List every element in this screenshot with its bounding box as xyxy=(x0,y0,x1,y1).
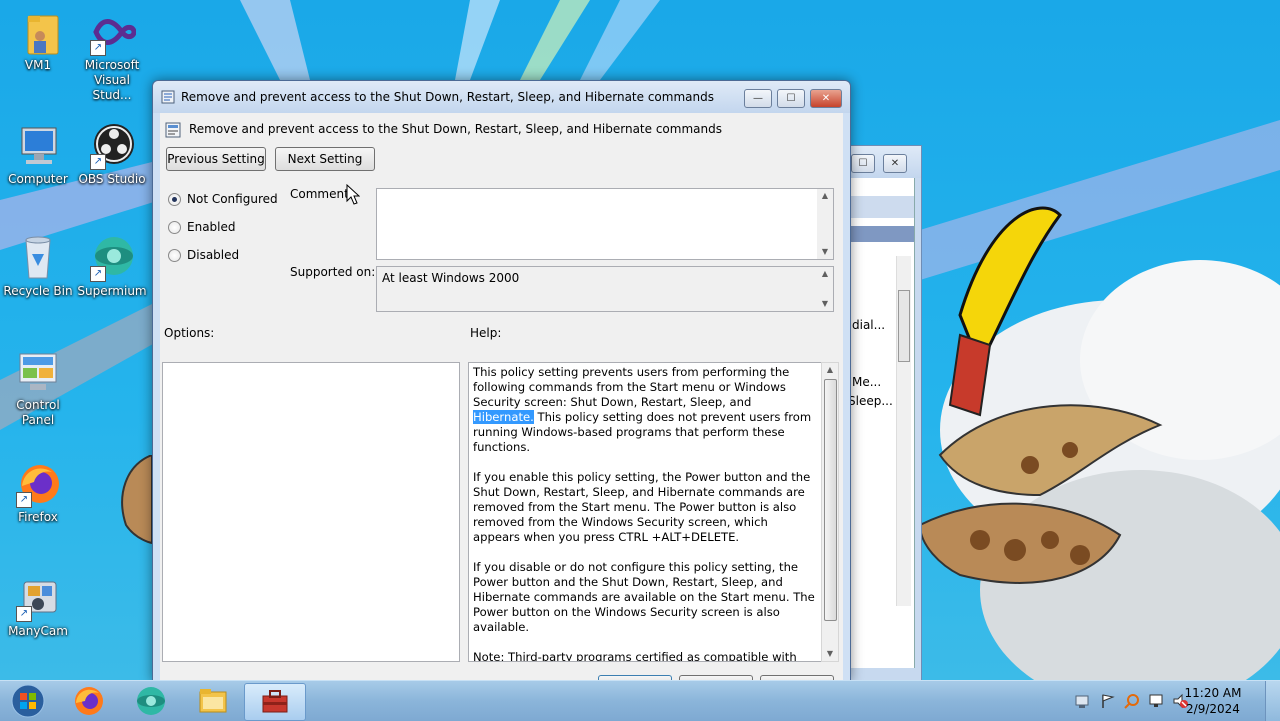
control-panel-icon xyxy=(19,353,57,390)
previous-setting-button[interactable]: Previous Setting xyxy=(166,147,266,171)
help-label: Help: xyxy=(470,326,502,340)
radio-selected-indicator[interactable] xyxy=(168,192,181,206)
clock-time: 11:20 AM xyxy=(1184,686,1242,700)
selected-text[interactable]: Hibernate. xyxy=(473,410,534,424)
scroll-up-arrow-icon[interactable]: ▲ xyxy=(817,267,833,281)
options-label: Options: xyxy=(164,326,215,340)
comment-label: Comment: xyxy=(290,187,353,201)
radio-indicator[interactable] xyxy=(168,220,181,234)
start-orb-icon xyxy=(11,684,45,718)
file-explorer-icon xyxy=(199,689,227,713)
maximize-button[interactable]: ☐ xyxy=(777,89,805,108)
options-pane[interactable] xyxy=(162,362,460,662)
help-scrollbar[interactable]: ▲ ▼ xyxy=(821,362,839,662)
close-button[interactable]: ✕ xyxy=(810,89,842,108)
folder-user-icon xyxy=(27,15,59,55)
shortcut-arrow-icon: ↗ xyxy=(90,40,106,56)
scroll-up-arrow-icon[interactable]: ▲ xyxy=(817,189,833,203)
comment-field[interactable]: ▲ ▼ xyxy=(376,188,834,260)
clock-date: 2/9/2024 xyxy=(1186,702,1240,716)
radio-label: Disabled xyxy=(187,248,240,262)
desktop-icon-control-panel[interactable]: Control Panel xyxy=(0,348,76,428)
supported-scrollbar[interactable]: ▲ ▼ xyxy=(817,267,833,311)
taskbar-file-explorer[interactable] xyxy=(184,683,242,719)
radio-label: Not Configured xyxy=(187,192,278,206)
scroll-up-arrow-icon[interactable]: ▲ xyxy=(822,363,838,377)
desktop-icon-obs[interactable]: ↗ OBS Studio xyxy=(74,122,150,187)
taskbar-firefox[interactable] xyxy=(60,683,118,719)
shortcut-arrow-icon: ↗ xyxy=(90,266,106,282)
desktop-icon-computer[interactable]: Computer xyxy=(0,122,76,187)
network-icon[interactable] xyxy=(1075,693,1091,709)
scroll-down-arrow-icon[interactable]: ▼ xyxy=(817,297,833,311)
dialog-title: Remove and prevent access to the Shut Do… xyxy=(181,90,714,104)
bg-window-band xyxy=(848,196,914,218)
policy-setting-icon xyxy=(165,122,181,138)
taskbar-supermium[interactable] xyxy=(122,683,180,719)
supported-on-field: At least Windows 2000 ▲ ▼ xyxy=(376,266,834,312)
policy-icon xyxy=(161,90,175,104)
help-text: This policy setting prevents users from … xyxy=(473,365,815,662)
group-policy-editor-icon xyxy=(262,690,288,713)
dialog-titlebar[interactable]: Remove and prevent access to the Shut Do… xyxy=(153,81,850,113)
supported-on-label: Supported on: xyxy=(290,265,376,279)
desktop-icon-manycam[interactable]: ↗ ManyCam xyxy=(0,574,76,639)
bg-scroll-thumb[interactable] xyxy=(898,290,910,362)
search-tray-icon[interactable] xyxy=(1124,693,1140,709)
radio-indicator[interactable] xyxy=(168,248,181,262)
help-paragraph: If you disable or do not configure this … xyxy=(473,560,815,634)
help-paragraph: Note: Third-party programs certified as … xyxy=(473,650,797,662)
bg-maximize-button[interactable]: ☐ xyxy=(851,154,875,173)
minimize-button[interactable]: — xyxy=(744,89,772,108)
background-window[interactable]: ☐ ✕ dial... Me... Sleep... xyxy=(848,145,922,680)
display-tray-icon[interactable] xyxy=(1148,693,1164,709)
desktop-icon-firefox[interactable]: ↗ Firefox xyxy=(0,460,76,525)
system-clock[interactable]: 11:20 AM 2/9/2024 xyxy=(1178,685,1248,717)
help-scroll-thumb[interactable] xyxy=(824,379,837,621)
taskbar-group-policy-editor[interactable] xyxy=(244,683,306,721)
desktop-icon-visual-studio[interactable]: ↗ Microsoft Visual Stud... xyxy=(74,8,150,103)
show-desktop-button[interactable] xyxy=(1265,681,1280,721)
shortcut-arrow-icon: ↗ xyxy=(16,606,32,622)
firefox-icon xyxy=(75,687,103,715)
radio-not-configured[interactable]: Not Configured xyxy=(168,191,278,207)
dialog-client-area: Remove and prevent access to the Shut Do… xyxy=(160,113,843,686)
shortcut-arrow-icon: ↗ xyxy=(16,492,32,508)
bg-fragment: Sleep... xyxy=(848,394,893,408)
shortcut-arrow-icon: ↗ xyxy=(90,154,106,170)
help-pane[interactable]: This policy setting prevents users from … xyxy=(468,362,822,662)
mouse-cursor-icon xyxy=(346,184,360,205)
radio-label: Enabled xyxy=(187,220,236,234)
supported-on-value: At least Windows 2000 xyxy=(382,271,520,285)
scroll-down-arrow-icon[interactable]: ▼ xyxy=(817,245,833,259)
comment-scrollbar[interactable]: ▲ ▼ xyxy=(817,189,833,259)
action-center-flag-icon[interactable] xyxy=(1100,693,1116,709)
policy-setting-dialog[interactable]: Remove and prevent access to the Shut Do… xyxy=(152,80,851,686)
recycle-bin-icon xyxy=(25,236,51,279)
desktop-icon-recycle-bin[interactable]: Recycle Bin xyxy=(0,234,76,299)
supermium-icon xyxy=(137,687,165,715)
radio-enabled[interactable]: Enabled xyxy=(168,219,236,235)
desktop-icon-supermium[interactable]: ↗ Supermium xyxy=(74,234,150,299)
help-paragraph: This policy setting prevents users from … xyxy=(473,365,812,454)
bg-close-button[interactable]: ✕ xyxy=(883,154,907,173)
desktop-icon-vm1[interactable]: VM1 xyxy=(0,8,76,73)
bg-window-scrollbar[interactable] xyxy=(896,256,911,606)
help-paragraph: If you enable this policy setting, the P… xyxy=(473,470,811,544)
bg-fragment: Me... xyxy=(852,375,882,389)
setting-header: Remove and prevent access to the Shut Do… xyxy=(189,122,722,136)
bg-window-header xyxy=(848,226,914,242)
bg-fragment: dial... xyxy=(852,318,886,332)
taskbar: 11:20 AM 2/9/2024 xyxy=(0,680,1280,721)
radio-disabled[interactable]: Disabled xyxy=(168,247,239,263)
start-button[interactable] xyxy=(0,683,56,719)
wallpaper-creature xyxy=(920,206,1163,584)
wallpaper-creature-left xyxy=(121,455,153,545)
scroll-down-arrow-icon[interactable]: ▼ xyxy=(822,647,838,661)
next-setting-button[interactable]: Next Setting xyxy=(275,147,375,171)
computer-icon xyxy=(21,127,57,164)
